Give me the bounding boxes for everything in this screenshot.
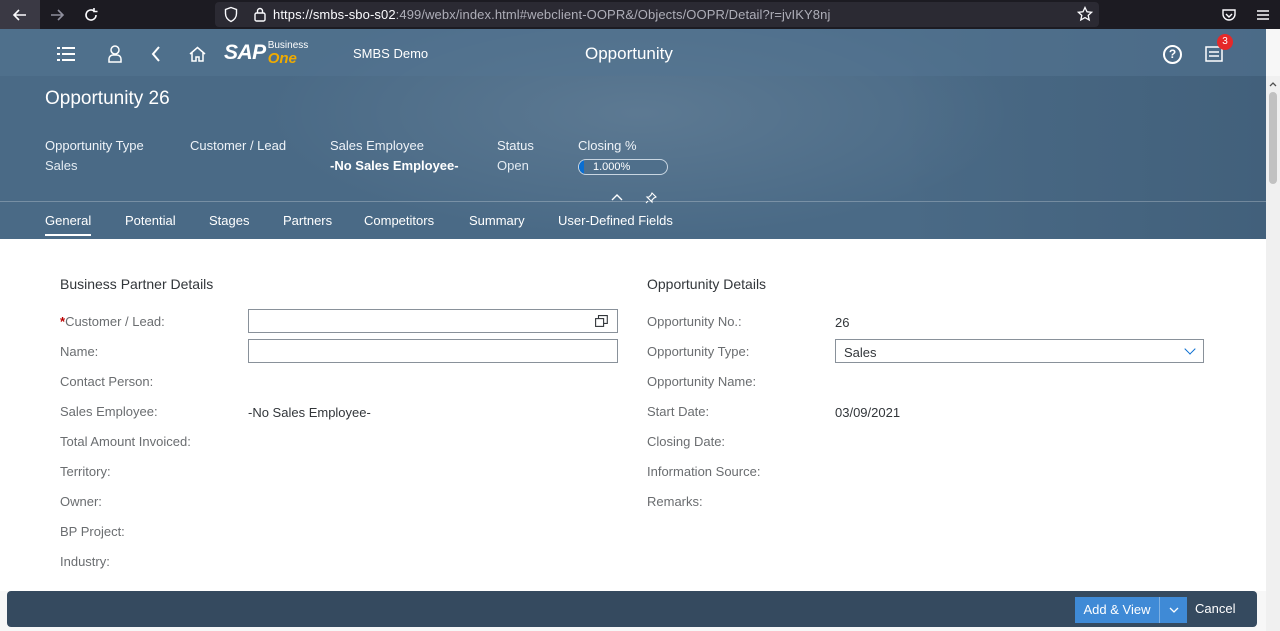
information-source-label: Information Source:	[647, 464, 761, 479]
bp-project-label: BP Project:	[60, 524, 125, 539]
tab-bar: General Potential Stages Partners Compet…	[0, 202, 1266, 239]
pocket-button[interactable]	[1212, 7, 1246, 23]
kpi-customer-lead: Customer / Lead	[190, 138, 287, 153]
sap-business-one-logo[interactable]: SAP Business One	[224, 41, 308, 67]
menu-button[interactable]	[1246, 7, 1280, 23]
page-scrollbar[interactable]	[1266, 76, 1280, 631]
opportunity-type-select[interactable]: Sales	[835, 339, 1204, 363]
sales-employee-value: -No Sales Employee-	[248, 405, 371, 420]
back-button[interactable]	[0, 0, 40, 29]
lock-icon[interactable]	[253, 6, 267, 23]
opportunity-no-value: 26	[835, 315, 850, 330]
industry-label: Industry:	[60, 554, 110, 569]
tab-partners[interactable]: Partners	[283, 213, 332, 234]
tab-summary[interactable]: Summary	[469, 213, 525, 234]
total-amount-invoiced-label: Total Amount Invoiced:	[60, 434, 191, 449]
kpi-status: Status Open	[497, 138, 534, 173]
tab-stages[interactable]: Stages	[209, 213, 249, 234]
notification-badge: 3	[1217, 34, 1233, 50]
scroll-up-arrow-icon[interactable]	[1269, 80, 1277, 88]
help-icon[interactable]: ?	[1163, 45, 1182, 64]
scroll-thumb[interactable]	[1269, 92, 1277, 184]
collapse-header-icon[interactable]	[611, 193, 623, 201]
company-name: SMBS Demo	[353, 46, 429, 61]
tab-user-defined-fields[interactable]: User-Defined Fields	[558, 213, 673, 234]
customer-lead-label: *Customer / Lead:	[60, 314, 165, 329]
cancel-button[interactable]: Cancel	[1195, 601, 1235, 616]
progress-text: 1.000%	[593, 161, 631, 173]
tab-general[interactable]: General	[45, 213, 92, 236]
url-bar[interactable]: https://smbs-sbo-s02:499/webx/index.html…	[215, 2, 1099, 27]
url-text[interactable]: https://smbs-sbo-s02:499/webx/index.html…	[273, 7, 830, 22]
shell-title: Opportunity	[585, 44, 673, 63]
forward-button[interactable]	[40, 0, 74, 29]
territory-label: Territory:	[60, 464, 111, 479]
add-and-view-button[interactable]: Add & View	[1075, 597, 1187, 623]
opportunity-type-label: Opportunity Type:	[647, 344, 750, 359]
home-icon[interactable]	[189, 46, 206, 62]
hamburger-menu-icon	[1257, 9, 1269, 20]
opportunity-name-label: Opportunity Name:	[647, 374, 757, 389]
browser-toolbar: https://smbs-sbo-s02:499/webx/index.html…	[0, 0, 1280, 29]
chevron-down-icon	[1184, 343, 1196, 355]
kpi-opportunity-type: Opportunity Type Sales	[45, 138, 144, 173]
back-chevron-icon[interactable]	[151, 46, 161, 62]
forward-arrow-icon	[51, 8, 65, 21]
start-date-value: 03/09/2021	[835, 405, 901, 420]
name-label: Name:	[60, 344, 99, 359]
closing-progress-bar: 1.000%	[578, 159, 668, 175]
chevron-down-icon	[1169, 607, 1178, 613]
name-input[interactable]	[248, 339, 618, 363]
pocket-icon	[1222, 8, 1236, 21]
menu-list-icon[interactable]	[57, 47, 75, 61]
shield-icon[interactable]	[223, 6, 239, 23]
footer-toolbar: Add & View Cancel	[7, 591, 1257, 627]
progress-fill	[579, 160, 585, 174]
tab-competitors[interactable]: Competitors	[364, 213, 434, 234]
add-and-view-label[interactable]: Add & View	[1075, 597, 1159, 623]
reload-icon	[85, 7, 98, 21]
general-tab-content: Business Partner Details *Customer / Lea…	[0, 239, 1266, 591]
opportunity-no-label: Opportunity No.:	[647, 314, 742, 329]
bp-details-title: Business Partner Details	[60, 276, 214, 292]
back-arrow-icon	[12, 8, 26, 21]
bookmark-star-icon[interactable]	[1077, 6, 1093, 22]
owner-label: Owner:	[60, 494, 102, 509]
add-options-dropdown[interactable]	[1159, 597, 1187, 623]
contact-person-label: Contact Person:	[60, 374, 154, 389]
closing-date-label: Closing Date:	[647, 434, 726, 449]
value-help-icon[interactable]	[595, 315, 608, 327]
tab-potential[interactable]: Potential	[125, 213, 176, 234]
object-title: Opportunity 26	[45, 88, 170, 109]
opportunity-details-title: Opportunity Details	[647, 276, 767, 292]
user-icon[interactable]	[108, 45, 122, 63]
customer-lead-input[interactable]	[248, 309, 618, 333]
kpi-sales-employee: Sales Employee -No Sales Employee-	[330, 138, 459, 173]
kpi-closing-percent: Closing % 1.000%	[578, 138, 668, 175]
start-date-label: Start Date:	[647, 404, 710, 419]
sales-employee-label: Sales Employee:	[60, 404, 158, 419]
remarks-label: Remarks:	[647, 494, 703, 509]
sap-shell: SAP Business One SMBS Demo Opportunity ? …	[0, 29, 1266, 239]
reload-button[interactable]	[74, 0, 108, 29]
